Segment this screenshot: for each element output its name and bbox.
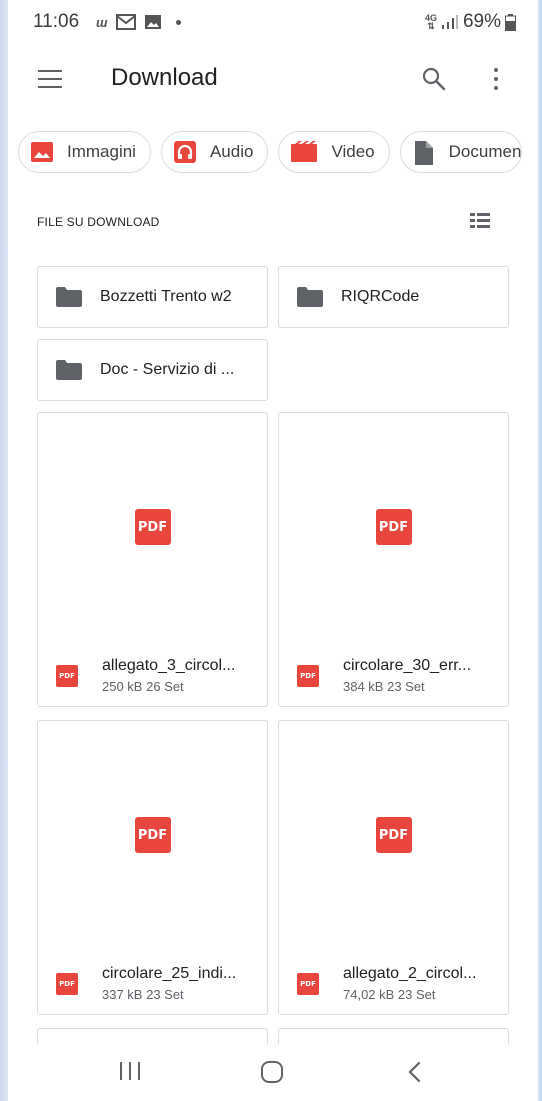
more-options-icon[interactable] <box>486 68 506 94</box>
file-name: allegato_3_circol... <box>102 657 236 674</box>
pdf-icon: PDF <box>297 665 319 687</box>
list-view-icon[interactable] <box>470 213 490 229</box>
chip-video[interactable]: Video <box>278 131 390 173</box>
pdf-icon: PDF <box>297 973 319 995</box>
file-meta: PDF circolare_30_err... 384 kB 23 Set <box>279 651 508 701</box>
search-icon[interactable] <box>421 66 447 92</box>
system-nav-bar <box>8 1044 538 1101</box>
folder-item[interactable]: Doc - Servizio di ... <box>37 339 268 401</box>
file-preview: PDF <box>38 721 267 949</box>
network-icon: 4G ⇅ <box>424 13 437 31</box>
notification-icons: ɯ <box>96 14 181 30</box>
pdf-icon: PDF <box>375 509 412 545</box>
w-icon: ɯ <box>96 14 108 30</box>
file-preview: PDF <box>279 721 508 949</box>
file-card[interactable]: PDF PDF allegato_2_circol... 74,02 kB 23… <box>278 720 509 1015</box>
pdf-icon: PDF <box>134 509 171 545</box>
folder-item[interactable]: RIQRCode <box>278 266 509 328</box>
file-name: circolare_30_err... <box>343 657 472 674</box>
signal-icon <box>441 15 458 29</box>
recent-apps-icon[interactable] <box>120 1062 140 1080</box>
chip-label: Video <box>331 142 375 161</box>
category-chips: Immagini Audio Video Documen <box>18 131 523 173</box>
chip-label: Immagini <box>67 142 136 161</box>
menu-icon[interactable] <box>38 70 62 90</box>
status-bar: 11:06 ɯ 4G ⇅ 69% <box>8 0 538 44</box>
folder-icon <box>56 360 82 380</box>
pdf-icon: PDF <box>56 665 78 687</box>
folder-name: RIQRCode <box>341 288 420 305</box>
pdf-icon: PDF <box>134 817 171 853</box>
file-card[interactable]: PDF PDF allegato_3_circol... 250 kB 26 S… <box>37 412 268 707</box>
folder-name: Doc - Servizio di ... <box>100 361 235 378</box>
status-time: 11:06 <box>33 11 80 32</box>
battery-level: 69% <box>462 11 501 32</box>
chip-immagini[interactable]: Immagini <box>18 131 151 173</box>
folder-icon <box>56 287 82 307</box>
pdf-icon: PDF <box>56 973 78 995</box>
home-icon[interactable] <box>261 1061 283 1083</box>
file-preview: PDF <box>38 413 267 641</box>
gallery-icon <box>144 15 161 29</box>
back-icon[interactable] <box>405 1061 425 1083</box>
file-preview: PDF <box>279 413 508 641</box>
file-card[interactable]: PDF PDF circolare_30_err... 384 kB 23 Se… <box>278 412 509 707</box>
file-name: circolare_25_indi... <box>102 965 237 982</box>
file-info: 250 kB 26 Set <box>102 679 184 694</box>
chip-audio[interactable]: Audio <box>160 131 269 173</box>
headphones-icon <box>173 141 196 163</box>
dot-icon <box>175 19 181 25</box>
chip-label: Documen <box>448 142 522 161</box>
file-info: 74,02 kB 23 Set <box>343 987 436 1002</box>
file-meta: PDF allegato_3_circol... 250 kB 26 Set <box>38 651 267 701</box>
gmail-icon <box>115 14 136 30</box>
battery-icon <box>505 13 516 31</box>
file-name: allegato_2_circol... <box>343 965 477 982</box>
screen: 11:06 ɯ 4G ⇅ 69% Download Immagini Audio… <box>8 0 538 1101</box>
chip-documenti[interactable]: Documen <box>399 131 523 173</box>
app-bar: Download <box>8 50 538 110</box>
chip-label: Audio <box>209 142 254 161</box>
file-card[interactable]: PDF PDF circolare_25_indi... 337 kB 23 S… <box>37 720 268 1015</box>
status-right: 4G ⇅ 69% <box>425 11 516 33</box>
section-title: FILE SU DOWNLOAD <box>37 215 160 229</box>
document-icon <box>413 141 435 165</box>
pdf-icon: PDF <box>375 817 412 853</box>
file-info: 384 kB 23 Set <box>343 679 425 694</box>
page-title: Download <box>111 64 218 91</box>
file-info: 337 kB 23 Set <box>102 987 184 1002</box>
file-meta: PDF allegato_2_circol... 74,02 kB 23 Set <box>279 959 508 1009</box>
image-icon <box>31 141 53 163</box>
folder-item[interactable]: Bozzetti Trento w2 <box>37 266 268 328</box>
folder-name: Bozzetti Trento w2 <box>100 288 232 305</box>
folder-icon <box>297 287 323 307</box>
file-meta: PDF circolare_25_indi... 337 kB 23 Set <box>38 959 267 1009</box>
film-icon <box>291 141 318 163</box>
